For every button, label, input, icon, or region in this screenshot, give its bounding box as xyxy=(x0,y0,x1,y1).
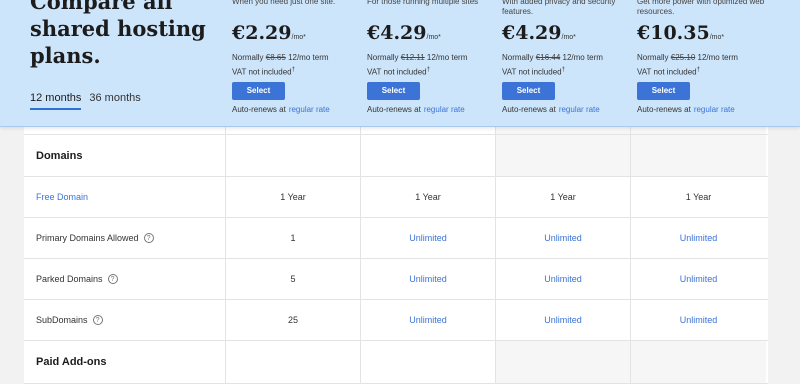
page-title: Compare all shared hosting plans. xyxy=(30,0,206,68)
normal-price: Normally €25.10 12/mo term xyxy=(637,53,738,62)
table-cell: 25 xyxy=(226,300,361,340)
table-cell: Unlimited xyxy=(679,233,718,243)
renew-note: Auto-renews at regular rate xyxy=(232,104,330,114)
table-cell xyxy=(24,127,226,134)
table-cell xyxy=(226,135,361,176)
page: Compare all shared hosting plans. 12 mon… xyxy=(0,0,800,384)
table-cell xyxy=(631,135,766,176)
term-tabs: 12 months 36 months xyxy=(30,92,141,110)
renew-note: Auto-renews at regular rate xyxy=(502,104,600,114)
plan-description: For those running multiple sites xyxy=(367,0,479,6)
free-domain-link[interactable]: Free Domain xyxy=(24,177,226,217)
table-cell xyxy=(226,127,361,134)
plan-price: €2.29/mo* xyxy=(232,22,306,44)
plan-description: When you need just one site. xyxy=(232,0,336,6)
vat-note: VAT not included† xyxy=(232,67,295,77)
regular-rate-link[interactable]: regular rate xyxy=(694,105,735,114)
regular-rate-link[interactable]: regular rate xyxy=(424,105,465,114)
tab-12-months[interactable]: 12 months xyxy=(30,92,82,110)
table-cell: 1 Year xyxy=(685,192,712,202)
plan-header: Compare all shared hosting plans. 12 mon… xyxy=(0,0,800,127)
renew-note: Auto-renews at regular rate xyxy=(637,104,735,114)
section-heading: Paid Add-ons xyxy=(24,341,226,383)
regular-rate-link[interactable]: regular rate xyxy=(559,105,600,114)
select-button[interactable]: Select xyxy=(502,81,555,100)
table-cell xyxy=(631,127,766,134)
table-cell: 1 Year xyxy=(361,177,496,217)
section-heading: Domains xyxy=(24,135,226,176)
plan-card-basic: When you need just one site. €2.29/mo* N… xyxy=(232,0,362,114)
table-cell: Unlimited xyxy=(496,218,631,258)
normal-price: Normally €8.65 12/mo term xyxy=(232,53,329,62)
table-cell xyxy=(361,341,496,383)
table-cell: Unlimited xyxy=(361,218,496,258)
table-cell: Unlimited xyxy=(679,315,718,325)
select-button[interactable]: Select xyxy=(367,81,420,100)
table-cell xyxy=(226,341,361,383)
table-spacer-row xyxy=(24,127,768,135)
select-button[interactable]: Select xyxy=(232,81,285,100)
vat-note: VAT not included† xyxy=(502,67,565,77)
table-cell xyxy=(361,135,496,176)
table-cell: 5 xyxy=(226,259,361,299)
table-cell: Unlimited xyxy=(361,259,496,299)
plan-price: €4.29/mo* xyxy=(367,22,441,44)
section-row-domains: Domains xyxy=(24,135,768,177)
table-cell: Unlimited xyxy=(361,300,496,340)
plan-price: €10.35/mo* xyxy=(637,22,725,44)
table-cell xyxy=(631,341,766,383)
plan-description: With added privacy and security features… xyxy=(502,0,616,16)
normal-price: Normally €12.11 12/mo term xyxy=(367,53,468,62)
vat-note: VAT not included† xyxy=(367,67,430,77)
table-cell: Unlimited xyxy=(679,274,718,284)
table-cell: Unlimited xyxy=(496,300,631,340)
plan-card-plus: For those running multiple sites €4.29/m… xyxy=(367,0,497,114)
table-row: Parked Domains? 5 Unlimited Unlimited Un… xyxy=(24,259,768,300)
plan-card-choice-plus: With added privacy and security features… xyxy=(502,0,632,114)
row-label: Primary Domains Allowed? xyxy=(24,218,226,258)
help-icon[interactable]: ? xyxy=(92,315,103,325)
normal-price: Normally €16.44 12/mo term xyxy=(502,53,603,62)
regular-rate-link[interactable]: regular rate xyxy=(289,105,330,114)
table-cell: 1 Year xyxy=(226,177,361,217)
table-cell xyxy=(496,341,631,383)
table-cell xyxy=(496,135,631,176)
plan-description: Get more power with optimized web resour… xyxy=(637,0,765,16)
table-cell xyxy=(361,127,496,134)
table-row: Free Domain 1 Year 1 Year 1 Year 1 Year xyxy=(24,177,768,218)
tab-36-months[interactable]: 36 months xyxy=(89,92,140,110)
row-label: Parked Domains? xyxy=(24,259,226,299)
table-row: Primary Domains Allowed? 1 Unlimited Unl… xyxy=(24,218,768,259)
row-label: SubDomains? xyxy=(24,300,226,340)
comparison-table: Domains Free Domain 1 Year 1 Year 1 Year… xyxy=(24,127,768,384)
section-row-paid-addons: Paid Add-ons xyxy=(24,341,768,384)
plan-price: €4.29/mo* xyxy=(502,22,576,44)
vat-note: VAT not included† xyxy=(637,67,700,77)
table-cell: Unlimited xyxy=(496,259,631,299)
table-cell xyxy=(496,127,631,134)
select-button[interactable]: Select xyxy=(637,81,690,100)
table-cell: 1 Year xyxy=(496,177,631,217)
table-row: SubDomains? 25 Unlimited Unlimited Unlim… xyxy=(24,300,768,341)
plan-card-pro: Get more power with optimized web resour… xyxy=(637,0,767,114)
help-icon[interactable]: ? xyxy=(107,274,118,284)
renew-note: Auto-renews at regular rate xyxy=(367,104,465,114)
help-icon[interactable]: ? xyxy=(143,233,154,243)
table-cell: 1 xyxy=(226,218,361,258)
